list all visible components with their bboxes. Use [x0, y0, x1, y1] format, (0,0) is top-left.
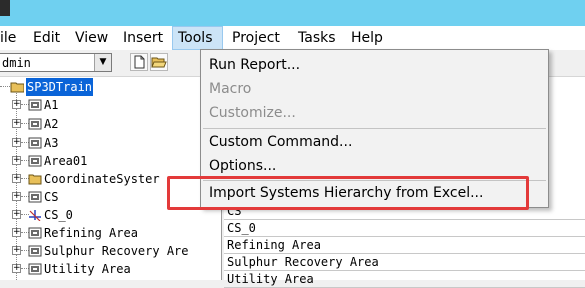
tree-item-label: A2	[44, 117, 59, 131]
menu-macro: Macro	[209, 81, 252, 97]
combo-value: dmin	[2, 56, 31, 70]
menu-run-report[interactable]: Run Report...	[201, 53, 548, 77]
system-icon	[28, 155, 42, 167]
expand-icon[interactable]: +	[12, 246, 21, 255]
system-icon	[28, 263, 42, 275]
app-icon[interactable]	[0, 0, 10, 16]
tree-item[interactable]: + Area01	[0, 152, 221, 170]
expand-icon[interactable]: +	[12, 119, 21, 128]
menu-file[interactable]: ile	[0, 26, 21, 50]
menu-project[interactable]: Project	[227, 26, 285, 50]
new-document-icon	[134, 55, 145, 69]
menu-view[interactable]: View	[70, 26, 113, 50]
menu-help[interactable]: Help	[346, 26, 388, 50]
menu-bar: ile Edit View Insert Tools Project Tasks…	[0, 26, 585, 50]
menu-separator	[203, 128, 546, 129]
menu-options[interactable]: Options...	[201, 154, 548, 178]
tree-item-label: Sulphur Recovery Are	[44, 244, 189, 258]
folder-icon	[10, 82, 24, 93]
chevron-down-icon[interactable]: ▼	[94, 54, 111, 71]
tree-item-label: Refining Area	[44, 226, 138, 240]
system-icon	[28, 137, 42, 149]
menu-insert[interactable]: Insert	[118, 26, 168, 50]
expand-icon[interactable]: +	[12, 264, 21, 273]
tree-item-label: A3	[44, 136, 59, 150]
system-icon	[28, 191, 42, 203]
expand-icon[interactable]: +	[12, 192, 21, 201]
permission-group-combo[interactable]: dmin ▼	[0, 53, 112, 72]
open-folder-icon	[151, 57, 167, 68]
tree-item-label: Area01	[44, 154, 88, 168]
highlight-annotation	[167, 176, 529, 210]
expand-icon[interactable]: +	[12, 156, 21, 165]
list-cell: Refining Area	[227, 238, 321, 252]
expand-icon[interactable]: +	[12, 138, 21, 147]
tree-item[interactable]: + A2	[0, 115, 221, 133]
tree-item[interactable]: + Utility Area	[0, 260, 221, 278]
tree-root-label[interactable]: SP3DTrain	[26, 78, 94, 96]
expand-icon[interactable]: +	[12, 210, 21, 219]
expand-icon[interactable]: +	[12, 174, 21, 183]
menu-customize: Customize...	[209, 105, 296, 121]
system-icon	[28, 118, 42, 130]
tree-root[interactable]: SP3DTrain	[0, 78, 221, 96]
tree-item[interactable]: + Refining Area	[0, 224, 221, 242]
expand-icon[interactable]: +	[12, 100, 21, 109]
list-row[interactable]: Sulphur Recovery Area	[224, 254, 585, 271]
tree-item[interactable]: + A1	[0, 96, 221, 114]
tree-item-label: A1	[44, 98, 59, 112]
new-button[interactable]	[130, 53, 148, 71]
list-row[interactable]: Refining Area	[224, 237, 585, 254]
title-bar	[0, 0, 585, 26]
system-icon	[28, 99, 42, 111]
list-cell: Sulphur Recovery Area	[227, 255, 379, 269]
tree-item[interactable]: + Sulphur Recovery Are	[0, 242, 221, 260]
list-row[interactable]: CS_0	[224, 220, 585, 237]
menu-custom-command[interactable]: Custom Command...	[201, 130, 548, 154]
open-button[interactable]	[150, 53, 168, 71]
tree-item-label: CS	[44, 190, 59, 204]
tree-item-label: CS_0	[44, 208, 73, 222]
menu-edit[interactable]: Edit	[28, 26, 65, 50]
coordinate-system-icon	[29, 210, 41, 221]
system-icon	[28, 245, 42, 257]
list-cell: CS_0	[227, 221, 256, 235]
tree-item-label: Utility Area	[44, 262, 131, 276]
tree-item-label: CoordinateSyster	[44, 172, 160, 186]
menu-tasks[interactable]: Tasks	[293, 26, 341, 50]
system-icon	[28, 227, 42, 239]
tree-item[interactable]: + A3	[0, 134, 221, 152]
folder-icon	[28, 174, 42, 185]
menu-tools[interactable]: Tools	[172, 26, 223, 50]
expand-icon[interactable]: +	[12, 228, 21, 237]
